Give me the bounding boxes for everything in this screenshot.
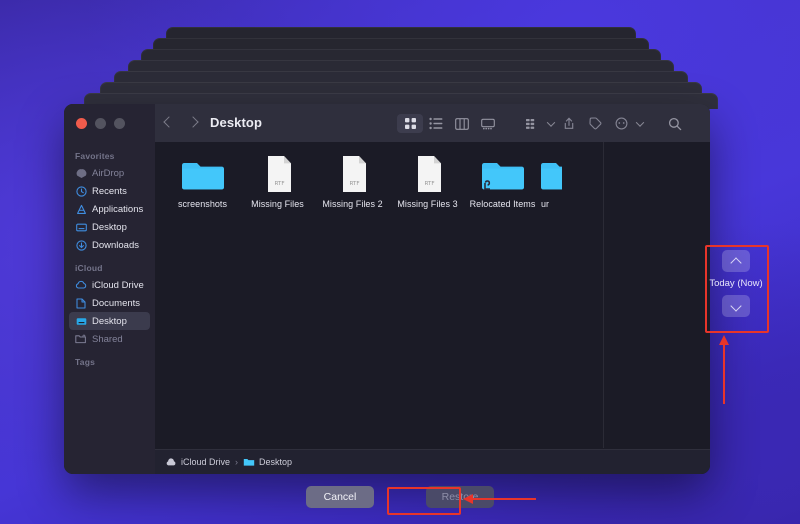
sidebar-item-applications[interactable]: Applications xyxy=(69,200,150,218)
file-item-relocated-items[interactable]: Relocated Items xyxy=(465,154,540,209)
file-label: Missing Files 3 xyxy=(397,199,457,209)
group-by-icon[interactable] xyxy=(519,114,545,133)
time-machine-window-stack xyxy=(0,0,800,120)
column-view-button[interactable] xyxy=(449,114,475,133)
file-browser-content: screenshots RTF Missing Files xyxy=(155,142,710,474)
file-item-missing-files[interactable]: RTF Missing Files xyxy=(240,154,315,209)
folder-icon xyxy=(540,154,562,194)
cloud-icon xyxy=(165,456,177,468)
sidebar-item-documents[interactable]: Documents xyxy=(69,294,150,312)
stacked-window-divider xyxy=(603,142,604,448)
sidebar-item-label: AirDrop xyxy=(92,168,124,179)
sidebar-item-icloud-drive[interactable]: iCloud Drive xyxy=(69,276,150,294)
file-label: Relocated Items xyxy=(470,199,536,209)
file-label: screenshots xyxy=(178,199,227,209)
desktop-icon xyxy=(75,315,87,327)
up-chevron-icon xyxy=(731,258,742,265)
search-icon[interactable] xyxy=(662,114,688,133)
back-arrow-icon[interactable] xyxy=(162,114,176,132)
sidebar-item-downloads[interactable]: Downloads xyxy=(69,236,150,254)
sidebar-item-desktop[interactable]: Desktop xyxy=(69,218,150,236)
search-group xyxy=(662,114,688,133)
sidebar: Favorites AirDrop Recents Applications xyxy=(64,142,155,474)
sidebar-item-label: Desktop xyxy=(92,316,127,327)
breadcrumb-label: iCloud Drive xyxy=(181,457,230,467)
close-button[interactable] xyxy=(76,118,87,129)
shared-folder-icon xyxy=(75,333,87,345)
chevron-down-icon[interactable] xyxy=(634,114,645,133)
forward-arrow-icon[interactable] xyxy=(187,114,201,132)
maximize-button[interactable] xyxy=(114,118,125,129)
finder-window: Desktop xyxy=(64,104,710,474)
sidebar-item-desktop-icloud[interactable]: Desktop xyxy=(69,312,150,330)
sidebar-section-header: Favorites xyxy=(64,142,155,164)
action-group xyxy=(519,114,645,133)
file-item-missing-files-2[interactable]: RTF Missing Files 2 xyxy=(315,154,390,209)
view-mode-group xyxy=(397,114,501,133)
sidebar-section-header: iCloud xyxy=(64,254,155,276)
file-item-missing-files-3[interactable]: RTF Missing Files 3 xyxy=(390,154,465,209)
tag-icon[interactable] xyxy=(582,114,608,133)
folder-alias-icon xyxy=(481,154,525,194)
sidebar-item-label: Documents xyxy=(92,298,140,309)
time-machine-restore-screen: Desktop xyxy=(0,0,800,524)
sidebar-item-recents[interactable]: Recents xyxy=(69,182,150,200)
airdrop-icon xyxy=(75,167,87,179)
folder-icon xyxy=(181,154,225,194)
breadcrumb-separator: › xyxy=(235,457,238,467)
sidebar-item-airdrop[interactable]: AirDrop xyxy=(69,164,150,182)
file-item-clipped[interactable]: ur xyxy=(540,154,562,209)
timeline-up-button[interactable] xyxy=(722,250,750,272)
sidebar-item-label: Shared xyxy=(92,334,123,345)
navigation-arrows xyxy=(162,114,201,132)
document-icon xyxy=(75,297,87,309)
applications-icon xyxy=(75,203,87,215)
sidebar-item-label: Applications xyxy=(92,204,143,215)
timeline-navigator: Today (Now) xyxy=(709,250,763,317)
sidebar-item-label: Recents xyxy=(92,186,127,197)
sidebar-item-label: Desktop xyxy=(92,222,127,233)
down-chevron-icon xyxy=(731,303,742,310)
folder-icon xyxy=(243,456,255,468)
file-label: Missing Files xyxy=(251,199,304,209)
rtf-document-icon: RTF xyxy=(406,154,450,194)
sidebar-item-shared[interactable]: Shared xyxy=(69,330,150,348)
rtf-document-icon: RTF xyxy=(331,154,375,194)
breadcrumb-label: Desktop xyxy=(259,457,292,467)
file-label: ur xyxy=(541,199,549,209)
cancel-button[interactable]: Cancel xyxy=(306,486,374,508)
sidebar-item-label: iCloud Drive xyxy=(92,280,144,291)
gallery-view-button[interactable] xyxy=(475,114,501,133)
list-view-button[interactable] xyxy=(423,114,449,133)
breadcrumb-icloud-drive[interactable]: iCloud Drive xyxy=(165,456,230,468)
share-icon[interactable] xyxy=(556,114,582,133)
chevron-down-icon[interactable] xyxy=(545,114,556,133)
traffic-lights xyxy=(76,118,125,129)
rtf-kind-label: RTF xyxy=(424,181,434,187)
timeline-down-button[interactable] xyxy=(722,295,750,317)
breadcrumb: iCloud Drive › Desktop xyxy=(155,449,710,474)
restore-button[interactable]: Restore xyxy=(426,486,494,508)
rtf-document-icon: RTF xyxy=(256,154,300,194)
clock-icon xyxy=(75,185,87,197)
breadcrumb-desktop[interactable]: Desktop xyxy=(243,456,292,468)
file-item-screenshots[interactable]: screenshots xyxy=(165,154,240,209)
minimize-button[interactable] xyxy=(95,118,106,129)
file-grid: screenshots RTF Missing Files xyxy=(165,154,562,209)
icon-view-button[interactable] xyxy=(397,114,423,133)
cloud-icon xyxy=(75,279,87,291)
sidebar-item-label: Downloads xyxy=(92,240,139,251)
action-buttons: Cancel Restore xyxy=(0,486,800,508)
page-title: Desktop xyxy=(210,115,262,130)
timeline-annotation-arrow xyxy=(710,332,738,406)
file-label: Missing Files 2 xyxy=(322,199,382,209)
desktop-icon xyxy=(75,221,87,233)
rtf-kind-label: RTF xyxy=(349,181,359,187)
rtf-kind-label: RTF xyxy=(274,181,284,187)
downloads-icon xyxy=(75,239,87,251)
timeline-date-label: Today (Now) xyxy=(709,278,762,289)
sidebar-section-header: Tags xyxy=(64,348,155,370)
more-actions-icon[interactable] xyxy=(608,114,634,133)
